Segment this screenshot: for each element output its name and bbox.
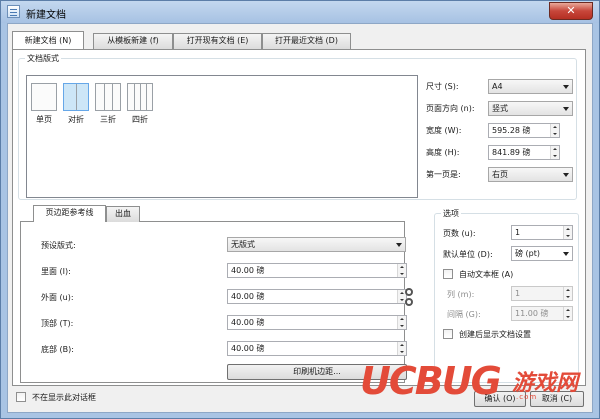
preset-select[interactable]: 无版式 <box>227 237 406 252</box>
single-page-icon <box>31 83 57 111</box>
size-label: 尺寸 (S): <box>426 82 459 91</box>
document-layout-group: 文档版式 单页 对折 三折 四折 尺寸 (S): A4 页面方向 (n): 竖式… <box>18 53 577 200</box>
size-select[interactable]: A4 <box>488 79 573 94</box>
auto-textframe-label: 自动文本框 (A) <box>459 270 514 279</box>
spin-arrows-icon[interactable] <box>397 264 406 277</box>
spin-arrows-icon[interactable] <box>563 226 572 239</box>
printer-margins-button[interactable]: 印刷机边距... <box>227 364 407 380</box>
spin-arrows-icon[interactable] <box>550 146 559 159</box>
spin-arrows-icon[interactable] <box>397 342 406 355</box>
chevron-down-icon <box>563 173 569 177</box>
new-document-panel: 文档版式 单页 对折 三折 四折 尺寸 (S): A4 页面方向 (n): 竖式… <box>12 49 586 386</box>
link-margins-icon[interactable] <box>404 286 414 324</box>
height-value: 841.89 磅 <box>492 148 531 157</box>
layout-trifold[interactable]: 三折 <box>93 83 123 125</box>
dialog-client: 新建文档 (N) 从模板新建 (f) 打开现有文档 (E) 打开最近文档 (D)… <box>7 23 593 413</box>
width-label: 宽度 (W): <box>426 126 462 135</box>
top-value: 40.00 磅 <box>231 318 265 327</box>
chevron-down-icon <box>563 252 569 256</box>
options-group: 选项 页数 (u): 1 默认单位 (D): 磅 (pt) 自动文本框 (A) … <box>434 208 579 383</box>
cancel-button[interactable]: 取消 (C) <box>530 391 584 407</box>
title-bar: 新建文档 ✕ <box>1 1 599 23</box>
unit-label: 默认单位 (D): <box>443 250 493 259</box>
gap-value: 11.00 磅 <box>515 309 549 318</box>
chevron-down-icon <box>563 107 569 111</box>
tab-margin-guides[interactable]: 页边距参考线 <box>33 205 106 222</box>
layout-label: 单页 <box>36 115 52 124</box>
unit-select[interactable]: 磅 (pt) <box>511 246 573 261</box>
document-layout-title: 文档版式 <box>25 53 61 64</box>
chevron-down-icon <box>396 243 402 247</box>
window-title: 新建文档 <box>26 10 66 21</box>
top-spinbox[interactable]: 40.00 磅 <box>227 315 407 330</box>
width-spinbox[interactable]: 595.28 磅 <box>488 123 560 138</box>
tab-open-recent[interactable]: 打开最近文档 (D) <box>262 33 351 49</box>
preset-value: 无版式 <box>231 240 255 249</box>
outside-label: 外面 (u): <box>41 293 74 302</box>
layout-quadfold[interactable]: 四折 <box>125 83 155 125</box>
layout-list: 单页 对折 三折 四折 <box>26 75 418 198</box>
pages-spinbox[interactable]: 1 <box>511 225 573 240</box>
layout-label: 四折 <box>132 115 148 124</box>
columns-value: 1 <box>515 289 521 298</box>
bottom-label: 底部 (B): <box>41 345 74 354</box>
dont-show-checkbox[interactable] <box>16 392 26 402</box>
inside-value: 40.00 磅 <box>231 266 265 275</box>
pages-value: 1 <box>515 228 521 237</box>
options-title: 选项 <box>441 208 461 219</box>
chevron-down-icon <box>563 85 569 89</box>
bottom-spinbox[interactable]: 40.00 磅 <box>227 341 407 356</box>
width-value: 595.28 磅 <box>492 126 531 135</box>
tab-bleed[interactable]: 出血 <box>106 206 140 222</box>
tab-open-existing[interactable]: 打开现有文档 (E) <box>173 33 262 49</box>
columns-spinbox[interactable]: 1 <box>511 286 573 301</box>
height-spinbox[interactable]: 841.89 磅 <box>488 145 560 160</box>
preset-label: 预设版式: <box>41 241 76 250</box>
bifold-page-icon <box>63 83 89 111</box>
outside-spinbox[interactable]: 40.00 磅 <box>227 289 407 304</box>
gap-spinbox[interactable]: 11.00 磅 <box>511 306 573 321</box>
quadfold-page-icon <box>127 83 153 111</box>
layout-label: 三折 <box>100 115 116 124</box>
layout-bifold[interactable]: 对折 <box>61 83 91 125</box>
auto-textframe-checkbox[interactable] <box>443 269 453 279</box>
height-label: 高度 (H): <box>426 148 460 157</box>
document-icon <box>7 5 20 18</box>
spin-arrows-icon[interactable] <box>550 124 559 137</box>
unit-value: 磅 (pt) <box>515 249 540 258</box>
orientation-value: 竖式 <box>492 104 508 113</box>
bottom-value: 40.00 磅 <box>231 344 265 353</box>
show-settings-label: 创建后显示文档设置 <box>459 330 531 339</box>
ok-button[interactable]: 确认 (O) <box>474 391 526 407</box>
show-settings-checkbox[interactable] <box>443 329 453 339</box>
inside-spinbox[interactable]: 40.00 磅 <box>227 263 407 278</box>
first-page-select[interactable]: 右页 <box>488 167 573 182</box>
tab-new-document[interactable]: 新建文档 (N) <box>12 31 84 49</box>
orientation-select[interactable]: 竖式 <box>488 101 573 116</box>
trifold-page-icon <box>95 83 121 111</box>
gap-label: 间隔 (G): <box>447 310 481 319</box>
tab-from-template[interactable]: 从模板新建 (f) <box>93 33 173 49</box>
layout-label: 对折 <box>68 115 84 124</box>
size-value: A4 <box>492 82 503 91</box>
columns-label: 列 (m): <box>447 290 475 299</box>
margins-panel: 页边距参考线 出血 预设版式: 无版式 里面 (I): 40.00 磅 外面 (… <box>20 205 407 383</box>
dont-show-label: 不在显示此对话框 <box>32 393 96 402</box>
inside-label: 里面 (I): <box>41 267 71 276</box>
spin-arrows-icon[interactable] <box>563 307 572 320</box>
top-label: 顶部 (T): <box>41 319 74 328</box>
first-page-label: 第一页是: <box>426 170 461 179</box>
dialog-footer: 不在显示此对话框 确认 (O) 取消 (C) <box>8 386 594 414</box>
close-button[interactable]: ✕ <box>549 2 593 20</box>
outside-value: 40.00 磅 <box>231 292 265 301</box>
spin-arrows-icon[interactable] <box>563 287 572 300</box>
pages-label: 页数 (u): <box>443 229 476 238</box>
layout-single-page[interactable]: 单页 <box>29 83 59 125</box>
orientation-label: 页面方向 (n): <box>426 104 475 113</box>
dialog-window: 新建文档 ✕ 新建文档 (N) 从模板新建 (f) 打开现有文档 (E) 打开最… <box>0 0 600 419</box>
first-page-value: 右页 <box>492 170 508 179</box>
